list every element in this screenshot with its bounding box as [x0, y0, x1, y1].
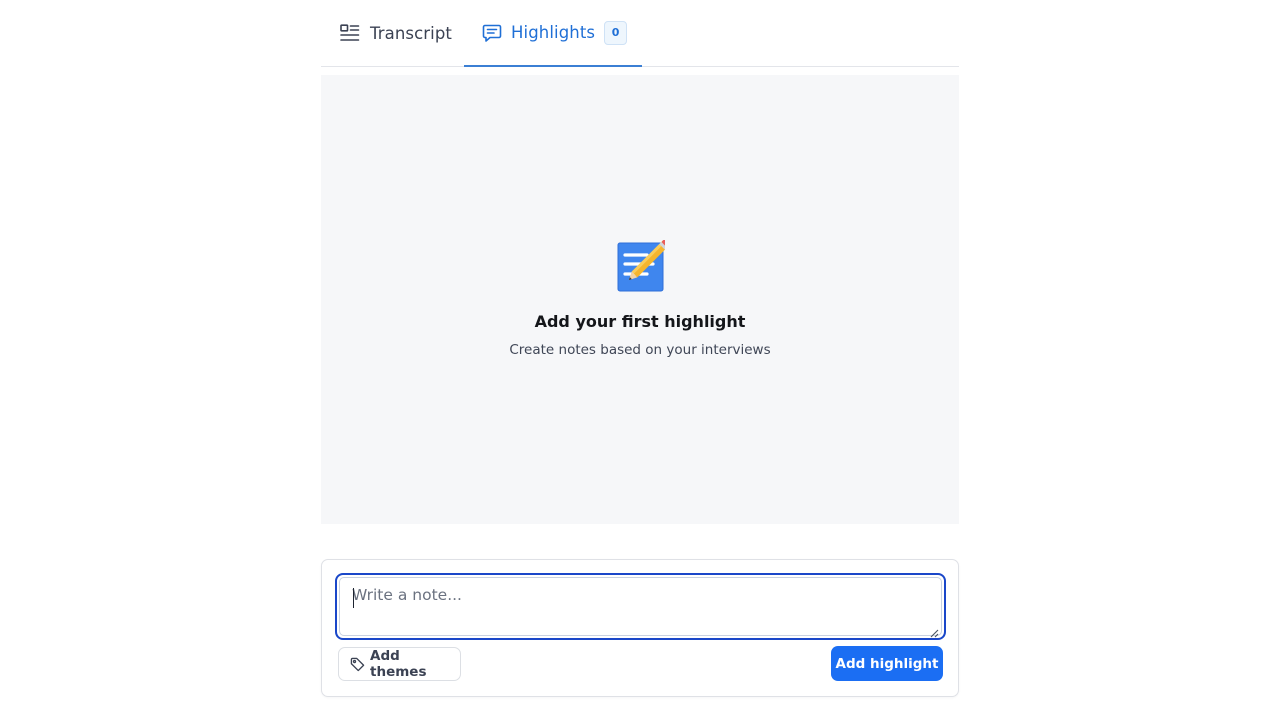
- transcript-icon: [339, 22, 361, 44]
- note-composer: Add themes Add highlight: [321, 559, 959, 697]
- note-field-wrapper: [335, 573, 946, 640]
- empty-state-subtitle: Create notes based on your interviews: [509, 342, 771, 358]
- tag-icon: [350, 657, 365, 672]
- tab-transcript[interactable]: Transcript: [337, 0, 463, 66]
- empty-state-title: Add your first highlight: [534, 312, 746, 331]
- tab-transcript-label: Transcript: [370, 23, 452, 43]
- add-themes-button[interactable]: Add themes: [338, 647, 461, 681]
- tab-highlights[interactable]: Highlights 0: [464, 0, 642, 67]
- highlights-empty-state: Add your first highlight Create notes ba…: [321, 75, 959, 524]
- tab-bar: Transcript Highlights 0: [321, 0, 959, 67]
- note-input[interactable]: [339, 577, 942, 636]
- highlights-app: Transcript Highlights 0 Add your first h…: [0, 0, 1280, 720]
- resize-grip-icon[interactable]: [929, 623, 939, 638]
- highlights-count-badge: 0: [604, 20, 628, 45]
- notepad-pencil-icon: [617, 239, 670, 292]
- tab-highlights-label: Highlights: [511, 23, 596, 42]
- text-caret: [353, 588, 354, 608]
- add-themes-label: Add themes: [370, 648, 427, 680]
- highlights-icon: [481, 22, 503, 44]
- add-highlight-button[interactable]: Add highlight: [831, 646, 943, 681]
